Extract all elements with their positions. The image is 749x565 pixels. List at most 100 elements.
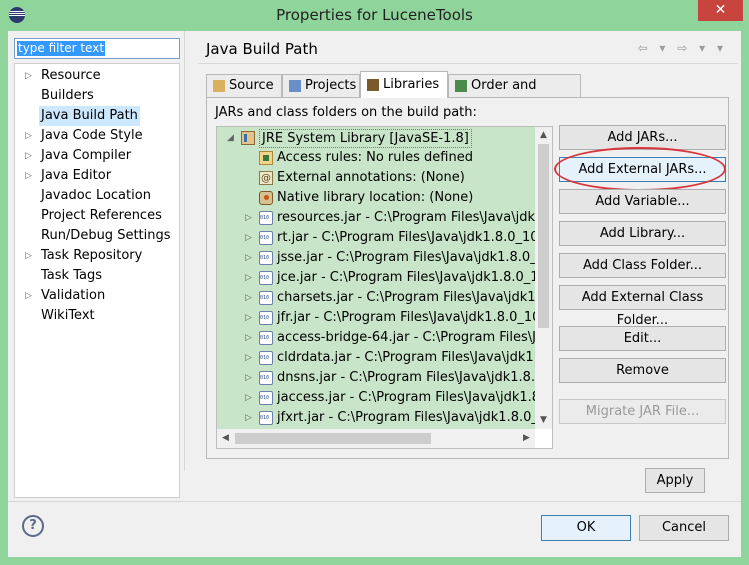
tree-row-label: jaccess.jar - C:\Program Files\Java\jdk1…	[277, 390, 535, 405]
tree-row-label: jfr.jar - C:\Program Files\Java\jdk1.8.0…	[277, 310, 535, 325]
help-icon[interactable]: ?	[22, 515, 44, 537]
collapse-arrow-icon[interactable]: ◢	[227, 128, 237, 148]
tree-row[interactable]: ▷ jce.jar - C:\Program Files\Java\jdk1.8.…	[217, 268, 535, 288]
ok-button[interactable]: OK	[541, 515, 631, 541]
tree-row[interactable]: ▷ jaccess.jar - C:\Program Files\Java\jdk…	[217, 388, 535, 408]
vertical-scrollbar[interactable]: ▲ ▼	[535, 127, 552, 429]
tab-source[interactable]: Source	[206, 74, 282, 97]
expand-arrow-icon[interactable]: ▷	[245, 228, 255, 248]
add-class-folder-button[interactable]: Add Class Folder...	[559, 253, 726, 278]
expand-arrow-icon[interactable]: ▷	[245, 388, 255, 408]
close-button[interactable]: ✕	[698, 0, 743, 21]
jar-icon	[259, 211, 273, 225]
horizontal-scrollbar[interactable]: ◀ ▶	[217, 429, 535, 448]
sidebar-item-label: Validation	[41, 288, 106, 303]
sidebar-item[interactable]: ▷ Java Editor	[15, 166, 179, 186]
tree-row[interactable]: ▷ rt.jar - C:\Program Files\Java\jdk1.8.0…	[217, 228, 535, 248]
sidebar-item-label: Javadoc Location	[41, 188, 151, 203]
tree-row[interactable]: ▷ jfr.jar - C:\Program Files\Java\jdk1.8.…	[217, 308, 535, 328]
tree-row[interactable]: ▷ cldrdata.jar - C:\Program Files\Java\jd…	[217, 348, 535, 368]
scroll-up-icon[interactable]: ▲	[535, 127, 552, 144]
add-external-jars-button[interactable]: Add External JARs...	[559, 157, 726, 182]
jar-icon	[259, 371, 273, 385]
expand-arrow-icon[interactable]: ▷	[245, 328, 255, 348]
expand-arrow-icon[interactable]: ▷	[245, 268, 255, 288]
sidebar-item[interactable]: ▷ Resource	[15, 66, 179, 86]
annotations-icon	[259, 169, 273, 189]
tree-row[interactable]: ▷ charsets.jar - C:\Program Files\Java\jd…	[217, 288, 535, 308]
expand-arrow-icon[interactable]: ▷	[25, 246, 35, 266]
header-divider	[198, 63, 738, 64]
tree-row[interactable]: ▷ resources.jar - C:\Program Files\Java\j…	[217, 208, 535, 228]
expand-arrow-icon[interactable]: ▷	[245, 248, 255, 268]
title-bar[interactable]: Properties for LuceneTools ✕	[0, 0, 749, 31]
sidebar-item[interactable]: Task Tags	[15, 266, 179, 286]
jar-icon	[259, 351, 273, 365]
tree-row[interactable]: Access rules: No rules defined	[217, 148, 535, 168]
sidebar-item[interactable]: Java Build Path	[15, 106, 179, 126]
expand-arrow-icon[interactable]: ▷	[245, 408, 255, 428]
sidebar-item[interactable]: ▷ Validation	[15, 286, 179, 306]
tree-row-label: External annotations: (None)	[277, 170, 465, 185]
sidebar-item[interactable]: Javadoc Location	[15, 186, 179, 206]
tree-row-label: access-bridge-64.jar - C:\Program Files\…	[277, 330, 535, 345]
expand-arrow-icon[interactable]: ▷	[25, 166, 35, 186]
expand-arrow-icon[interactable]: ▷	[25, 66, 35, 86]
sidebar-item[interactable]: ▷ Task Repository	[15, 246, 179, 266]
horizontal-scroll-thumb[interactable]	[235, 433, 431, 444]
build-path-tree[interactable]: ◢ JRE System Library [JavaSE-1.8] Access r…	[216, 126, 553, 449]
sidebar-item[interactable]: Builders	[15, 86, 179, 106]
edit-button[interactable]: Edit...	[559, 326, 726, 351]
expand-arrow-icon[interactable]: ▷	[245, 368, 255, 388]
scroll-down-icon[interactable]: ▼	[535, 412, 552, 429]
apply-button[interactable]: Apply	[645, 468, 705, 493]
sidebar-item[interactable]: Run/Debug Settings	[15, 226, 179, 246]
sidebar-item[interactable]: ▷ Java Code Style	[15, 126, 179, 146]
tree-row[interactable]: ▷ dnsns.jar - C:\Program Files\Java\jdk1.…	[217, 368, 535, 388]
add-variable-button[interactable]: Add Variable...	[559, 189, 726, 214]
remove-button[interactable]: Remove	[559, 358, 726, 383]
order-export-icon	[455, 80, 467, 92]
expand-arrow-icon[interactable]: ▷	[245, 348, 255, 368]
scroll-right-icon[interactable]: ▶	[518, 429, 535, 448]
vertical-scroll-thumb[interactable]	[538, 144, 549, 328]
cancel-button[interactable]: Cancel	[639, 515, 729, 541]
jar-icon	[259, 271, 273, 285]
tree-row[interactable]: ▷ jfxrt.jar - C:\Program Files\Java\jdk1.…	[217, 408, 535, 428]
scroll-left-icon[interactable]: ◀	[217, 429, 234, 448]
expand-arrow-icon[interactable]: ▷	[245, 208, 255, 228]
sidebar-item[interactable]: ▷ Java Compiler	[15, 146, 179, 166]
expand-arrow-icon[interactable]: ▷	[25, 286, 35, 306]
tree-row[interactable]: ▷ access-bridge-64.jar - C:\Program Files…	[217, 328, 535, 348]
tree-row-label: cldrdata.jar - C:\Program Files\Java\jdk…	[277, 350, 535, 365]
expand-arrow-icon[interactable]: ▷	[25, 126, 35, 146]
add-library-button[interactable]: Add Library...	[559, 221, 726, 246]
add-external-class-folder-button[interactable]: Add External Class Folder...	[559, 285, 726, 328]
tree-row-label: Access rules: No rules defined	[277, 150, 473, 165]
tree-row-label: charsets.jar - C:\Program Files\Java\jdk…	[277, 290, 535, 305]
jar-icon	[259, 411, 273, 425]
filter-placeholder[interactable]: type filter text	[17, 41, 106, 56]
jar-icon	[259, 291, 273, 305]
tree-row[interactable]: ▷ jsse.jar - C:\Program Files\Java\jdk1.8…	[217, 248, 535, 268]
sidebar-item-label: Java Compiler	[41, 148, 132, 163]
tab-label: Libraries	[383, 77, 440, 92]
tab-libraries[interactable]: Libraries	[360, 71, 448, 98]
tree-row[interactable]: ◢ JRE System Library [JavaSE-1.8]	[217, 128, 535, 148]
tree-row[interactable]: Native library location: (None)	[217, 188, 535, 208]
filter-input[interactable]: type filter text	[14, 38, 180, 59]
expand-arrow-icon[interactable]: ▷	[245, 308, 255, 328]
jar-icon	[259, 391, 273, 405]
tree-row[interactable]: External annotations: (None)	[217, 168, 535, 189]
expand-arrow-icon[interactable]: ▷	[25, 146, 35, 166]
libraries-tab-panel: JARs and class folders on the build path…	[206, 97, 729, 459]
tab-projects[interactable]: Projects	[282, 74, 360, 97]
expand-arrow-icon[interactable]: ▷	[245, 288, 255, 308]
sidebar-item[interactable]: Project References	[15, 206, 179, 226]
tab-order-and-export[interactable]: Order and Export	[448, 74, 581, 115]
add-jars-button[interactable]: Add JARs...	[559, 125, 726, 150]
sidebar-item[interactable]: WikiText	[15, 306, 179, 326]
history-navigation-icons[interactable]: ⇦ ▾ ⇨ ▾ ▾	[638, 41, 727, 55]
sidebar-item-label: WikiText	[41, 308, 95, 323]
sash-divider[interactable]	[184, 31, 185, 471]
